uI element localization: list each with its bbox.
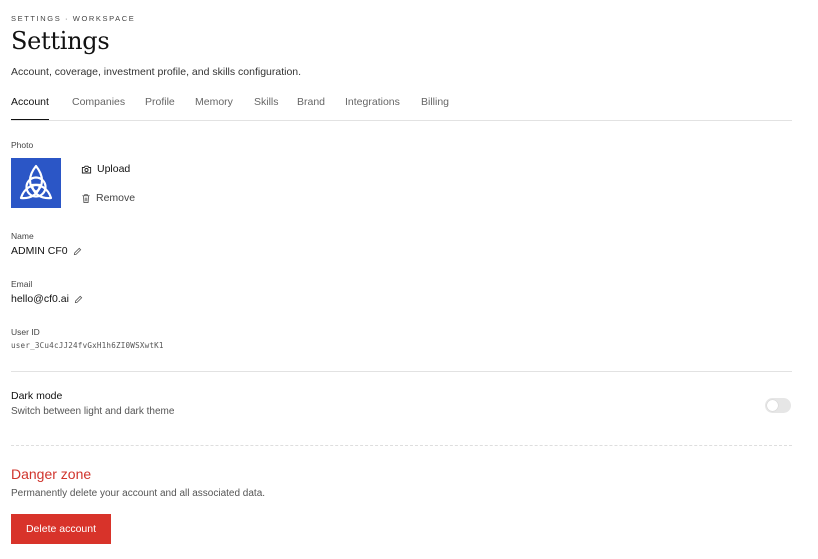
tab-brand[interactable]: Brand — [297, 95, 325, 119]
toggle-knob — [767, 400, 778, 411]
avatar — [11, 158, 61, 208]
pencil-icon — [74, 295, 83, 303]
tab-memory[interactable]: Memory — [195, 95, 233, 119]
page-subtitle: Account, coverage, investment profile, a… — [11, 66, 302, 78]
user-id-label: User ID — [11, 327, 40, 337]
dark-mode-title: Dark mode — [11, 390, 63, 402]
name-label: Name — [11, 231, 34, 241]
photo-label: Photo — [11, 140, 34, 150]
tab-skills[interactable]: Skills — [254, 95, 279, 119]
name-value: ADMIN CF0 — [11, 245, 68, 257]
upload-photo-button[interactable]: Upload — [81, 163, 130, 175]
danger-zone-title: Danger zone — [11, 466, 92, 482]
pencil-icon — [73, 247, 81, 255]
tab-billing[interactable]: Billing — [421, 95, 449, 119]
tab-companies[interactable]: Companies — [72, 95, 125, 119]
page-title: Settings — [11, 27, 110, 55]
user-id-value: user_3Cu4cJJ24fvGxH1h6ZI0WSXwtK1 — [11, 341, 164, 350]
tab-integrations[interactable]: Integrations — [345, 95, 400, 119]
trash-icon — [82, 193, 90, 203]
email-value: hello@cf0.ai — [11, 293, 69, 305]
remove-photo-button[interactable]: Remove — [81, 192, 135, 204]
edit-email-button[interactable] — [74, 295, 83, 304]
upload-label: Upload — [97, 163, 131, 175]
dark-mode-toggle[interactable] — [765, 398, 791, 413]
email-label: Email — [11, 279, 33, 289]
tab-profile[interactable]: Profile — [145, 95, 175, 119]
tab-account[interactable]: Account — [11, 95, 49, 120]
name-row: ADMIN CF0 — [11, 245, 82, 257]
danger-zone-description: Permanently delete your account and all … — [11, 488, 266, 499]
settings-page: SETTINGS · WORKSPACE Settings Account, c… — [0, 0, 818, 559]
delete-account-button[interactable]: Delete account — [11, 514, 111, 544]
danger-divider — [11, 445, 792, 446]
settings-tabs: Account Companies Profile Memory Skills … — [11, 95, 792, 121]
dark-mode-description: Switch between light and dark theme — [11, 406, 175, 417]
breadcrumb: SETTINGS · WORKSPACE — [11, 14, 136, 23]
camera-icon — [81, 165, 92, 173]
remove-label: Remove — [96, 192, 136, 204]
section-divider — [11, 371, 792, 372]
edit-name-button[interactable] — [73, 247, 82, 256]
trinity-knot-icon — [19, 164, 53, 200]
email-row: hello@cf0.ai — [11, 293, 83, 305]
